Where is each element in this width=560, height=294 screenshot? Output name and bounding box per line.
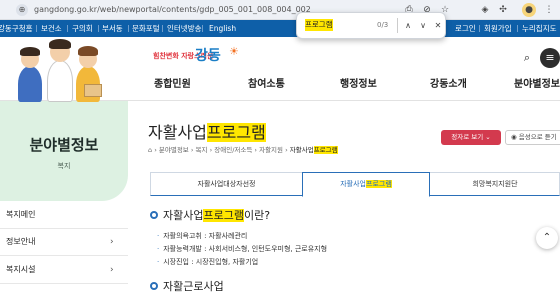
tab-hope-welfare[interactable]: 희망복지지원단 xyxy=(430,173,560,196)
gnb-divider xyxy=(98,25,99,32)
site-logo[interactable]: 힘찬변화 자랑스러운 강동 ☀ xyxy=(153,44,243,70)
sidebar-subtitle: 복지 xyxy=(57,162,71,170)
gnb-divider xyxy=(36,25,37,32)
page-title-prefix: 자활사업 xyxy=(148,123,207,142)
speaker-icon: ◉ xyxy=(511,133,517,141)
chevron-right-icon: › xyxy=(110,237,114,247)
tab-label-highlight: 프로그램 xyxy=(366,180,392,188)
find-result-count: 0/3 xyxy=(377,21,389,29)
gnb-item-council[interactable]: 구의회 xyxy=(72,20,93,37)
breadcrumb-item[interactable]: 장애인/저소득 xyxy=(214,146,252,154)
tab-label: 자활사업대상자선정 xyxy=(197,180,256,188)
shield-icon[interactable]: ◈ xyxy=(478,3,492,17)
logo-name: 강동 xyxy=(195,48,221,64)
main-nav: 종합민원 참여소통 행정정보 강동소개 분야별정보 xyxy=(134,73,560,99)
nav-item-civil[interactable]: 종합민원 xyxy=(154,78,191,92)
section-heading: 자활사업프로그램이란? xyxy=(150,209,270,223)
find-query-input[interactable]: 프로그램 xyxy=(305,19,333,31)
list-item: · 자활능력개발 : 사회서비스형, 인턴도우미형, 근로유지형 xyxy=(157,245,328,253)
chevron-up-icon: ⌃ xyxy=(542,232,552,243)
gnb-divider xyxy=(67,25,68,32)
sidebar: 분야별정보 복지 복지메인 정보안내 › 복지시설 › xyxy=(0,101,128,288)
gnb-divider xyxy=(162,25,163,32)
profile-icon[interactable]: ● xyxy=(522,3,536,17)
sidebar-title: 분야별정보 xyxy=(29,136,99,154)
tab-program[interactable]: 자활사업프로그램 xyxy=(302,172,430,197)
share-button[interactable]: 정자로 보기 ⌄ xyxy=(441,130,501,145)
breadcrumb-item[interactable]: 분야별정보 xyxy=(159,146,189,154)
gnb-item-english[interactable]: English xyxy=(209,20,236,37)
sidebar-hero: 분야별정보 복지 xyxy=(0,101,128,201)
gnb-item-sitemap[interactable]: 누리집지도 xyxy=(522,20,557,37)
global-nav-bar: 강동구청홈 보건소 구의회 부서동 문화포털 인터넷방송 English 로그인… xyxy=(0,20,560,37)
sidebar-item-label: 복지메인 xyxy=(6,210,36,219)
find-in-page-bar: 프로그램 0/3 ∧ ∨ ✕ xyxy=(296,12,446,39)
gnb-item-dept[interactable]: 부서동 xyxy=(102,20,123,37)
gnb-divider xyxy=(517,25,518,32)
browser-toolbar: ⊕ gangdong.go.kr/web/newportal/contents/… xyxy=(0,0,560,20)
content-tabs: 자활사업대상자선정 자활사업프로그램 희망복지지원단 xyxy=(150,172,560,197)
breadcrumb: ⌂ › 분야별정보 › 복지 › 장애인/저소득 › 자활지원 › 자활사업프로… xyxy=(148,146,338,154)
gnb-divider xyxy=(479,25,480,32)
close-icon[interactable]: ✕ xyxy=(431,18,445,33)
chevron-right-icon: › xyxy=(110,265,114,275)
gnb-item-home[interactable]: 강동구청홈 xyxy=(0,20,33,37)
breadcrumb-current: 자활사업프로그램 xyxy=(289,146,338,154)
section-bullet-icon xyxy=(150,282,158,290)
gnb-item-login[interactable]: 로그인 xyxy=(455,20,476,37)
nav-item-field[interactable]: 분야별정보 xyxy=(514,78,560,92)
lock-icon[interactable]: ⊕ xyxy=(16,4,28,16)
sun-icon: ☀ xyxy=(229,45,239,58)
breadcrumb-item[interactable]: 복지 xyxy=(196,146,208,154)
sidebar-item-info[interactable]: 정보안내 › xyxy=(0,230,128,256)
sidebar-item-welfare-main[interactable]: 복지메인 xyxy=(0,203,128,229)
chevron-down-icon: ⌄ xyxy=(485,133,491,141)
share-button-label: 정자로 보기 xyxy=(451,133,484,141)
gnb-divider xyxy=(128,25,129,32)
section-bullet-icon xyxy=(150,211,158,219)
nav-item-about[interactable]: 강동소개 xyxy=(430,78,467,92)
sidebar-item-label: 정보안내 xyxy=(6,237,36,246)
tab-label-prefix: 자활사업 xyxy=(340,180,366,188)
list-item: · 시장진입 : 시장진입형, 자활기업 xyxy=(157,258,259,266)
gnb-item-signup[interactable]: 회원가입 xyxy=(484,20,512,37)
gnb-item-culture[interactable]: 문화포털 xyxy=(132,20,160,37)
search-icon[interactable]: ⌕ xyxy=(517,48,537,68)
nav-item-participation[interactable]: 참여소통 xyxy=(248,78,285,92)
breadcrumb-item[interactable]: 자활지원 xyxy=(259,146,283,154)
page-title-highlight: 프로그램 xyxy=(206,123,266,142)
chevron-up-icon[interactable]: ∧ xyxy=(401,18,415,33)
tab-eligibility[interactable]: 자활사업대상자선정 xyxy=(151,173,302,196)
sidebar-item-label: 복지시설 xyxy=(6,265,36,274)
address-bar[interactable]: gangdong.go.kr/web/newportal/contents/gd… xyxy=(34,3,311,17)
scroll-to-top-button[interactable]: ⌃ xyxy=(536,227,558,249)
sidebar-item-facilities[interactable]: 복지시설 › xyxy=(0,258,128,284)
home-icon[interactable]: ⌂ xyxy=(148,146,152,154)
extensions-icon[interactable]: ✣ xyxy=(496,3,510,17)
page-title: 자활사업프로그램 xyxy=(148,123,266,143)
gnb-divider xyxy=(202,25,203,32)
menu-icon[interactable]: ≡ xyxy=(540,48,560,68)
gnb-item-broadcast[interactable]: 인터넷방송 xyxy=(167,20,202,37)
read-aloud-button[interactable]: ◉ 음성으로 듣기 xyxy=(505,130,560,145)
gnb-item-health[interactable]: 보건소 xyxy=(41,20,62,37)
next-section-heading: 자활근로사업 xyxy=(150,280,224,294)
more-icon[interactable]: ⋮ xyxy=(542,3,556,17)
mascot-illustration xyxy=(14,38,104,106)
list-item: · 자활의욕고취 : 자활사례관리 xyxy=(157,232,248,240)
chevron-down-icon[interactable]: ∨ xyxy=(416,18,430,33)
find-divider xyxy=(397,18,398,33)
read-aloud-label: 음성으로 듣기 xyxy=(518,133,557,141)
tab-label: 희망복지지원단 xyxy=(472,180,518,188)
nav-item-admin[interactable]: 행정정보 xyxy=(340,78,377,92)
